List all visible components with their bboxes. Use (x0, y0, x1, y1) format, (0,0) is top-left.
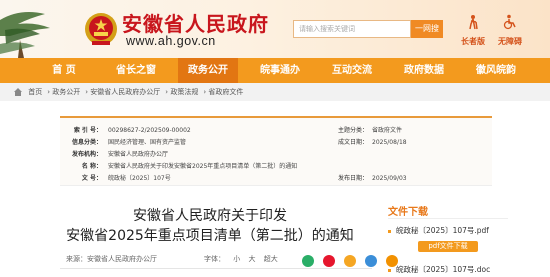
article-title-line2: 安徽省2025年重点项目清单（第二批）的通知 (66, 228, 354, 244)
accessibility-label: 无障碍 (498, 37, 522, 46)
qzone-icon[interactable] (344, 254, 357, 267)
info-name: 名 称： 安徽省人民政府关于印发安徽省2025年重点项目清单（第二批）的通知 (81, 163, 298, 170)
breadcrumb-home[interactable]: 首页 (28, 88, 42, 96)
site-header: 安徽省人民政府 www.ah.gov.cn 请输入搜索关键词 一网搜 长者版 无… (0, 0, 550, 58)
elder-icon (469, 15, 478, 30)
article-title-line1: 安徽省人民政府关于印发 (133, 208, 287, 224)
info-written-date: 成文日期： 2025/08/18 (338, 139, 407, 146)
breadcrumb-policy[interactable]: 政策法规 (170, 88, 198, 96)
breadcrumb: 首页 › 政务公开 › 安徽省人民政府办公厅 › 政策法规 › 省政府文件 (0, 83, 550, 101)
nav-item-home[interactable]: 首 页 (34, 58, 94, 83)
info-doc-number: 文 号： 皖政秘〔2025〕107号 (81, 175, 171, 182)
pdf-download-button[interactable]: pdf文件下载 (418, 241, 478, 252)
wechat-icon[interactable] (302, 254, 314, 267)
print-icon[interactable] (365, 254, 378, 267)
font-size-large[interactable]: 大 (248, 255, 255, 263)
nav-item-gov-affairs[interactable]: 政务公开 (178, 58, 238, 83)
font-size-label: 字体： (204, 255, 225, 263)
font-size-xlarge[interactable]: 超大 (264, 255, 278, 263)
main-nav: 首 页 省长之窗 政务公开 皖事通办 互动交流 政府数据 徽风皖韵 (0, 58, 550, 83)
info-publish-date: 发布日期： 2025/09/03 (338, 175, 407, 182)
accessibility-button[interactable]: 无障碍 (492, 14, 528, 47)
search-button[interactable]: 一网搜 (411, 20, 443, 38)
accessibility-icon (503, 14, 516, 30)
font-size-controls: 字体： 小 大 超大 (204, 254, 284, 264)
article-source: 来源：安徽省人民政府办公厅 (66, 255, 157, 263)
bullet-icon (388, 268, 391, 272)
home-icon (14, 88, 22, 96)
elder-mode-label: 长者版 (461, 37, 485, 46)
article-divider (60, 268, 372, 269)
nav-item-culture[interactable]: 徽风皖韵 (466, 58, 526, 83)
download-divider (388, 218, 508, 219)
elder-mode-button[interactable]: 长者版 (455, 14, 491, 47)
share-bar (302, 250, 402, 267)
info-category: 信息分类： 国民经济管理、国有资产监管 (71, 139, 187, 146)
download-title: 文件下载 (388, 207, 428, 218)
pine-tree-decoration (0, 12, 50, 58)
document-info-panel: 索 引 号： 00298627-2/202509-00002 信息分类： 国民经济管… (60, 116, 492, 186)
info-publisher: 发布机构： 安徽省人民政府办公厅 (71, 151, 169, 158)
font-size-small[interactable]: 小 (233, 255, 240, 263)
nav-item-interaction[interactable]: 互动交流 (322, 58, 382, 83)
weibo-icon[interactable] (323, 254, 336, 267)
site-domain: www.ah.gov.cn (126, 34, 216, 48)
site-title[interactable]: 安徽省人民政府 (122, 8, 269, 37)
info-subject: 主题分类： 省政府文件 (338, 127, 403, 134)
nav-item-data[interactable]: 政府数据 (394, 58, 454, 83)
search-input[interactable]: 请输入搜索关键词 (293, 20, 411, 38)
breadcrumb-office[interactable]: 安徽省人民政府办公厅 (90, 88, 160, 96)
bullet-icon (388, 229, 391, 233)
nav-item-services[interactable]: 皖事通办 (250, 58, 310, 83)
download-file-doc[interactable]: 皖政秘〔2025〕107号.doc (388, 264, 490, 275)
info-index: 索 引 号： 00298627-2/202509-00002 (73, 127, 191, 134)
national-emblem-icon (85, 13, 117, 45)
breadcrumb-gov-affairs[interactable]: 政务公开 (52, 88, 80, 96)
download-file-pdf[interactable]: 皖政秘〔2025〕107号.pdf (388, 225, 489, 236)
nav-item-governor[interactable]: 省长之窗 (106, 58, 166, 83)
breadcrumb-docs[interactable]: 省政府文件 (208, 88, 243, 96)
